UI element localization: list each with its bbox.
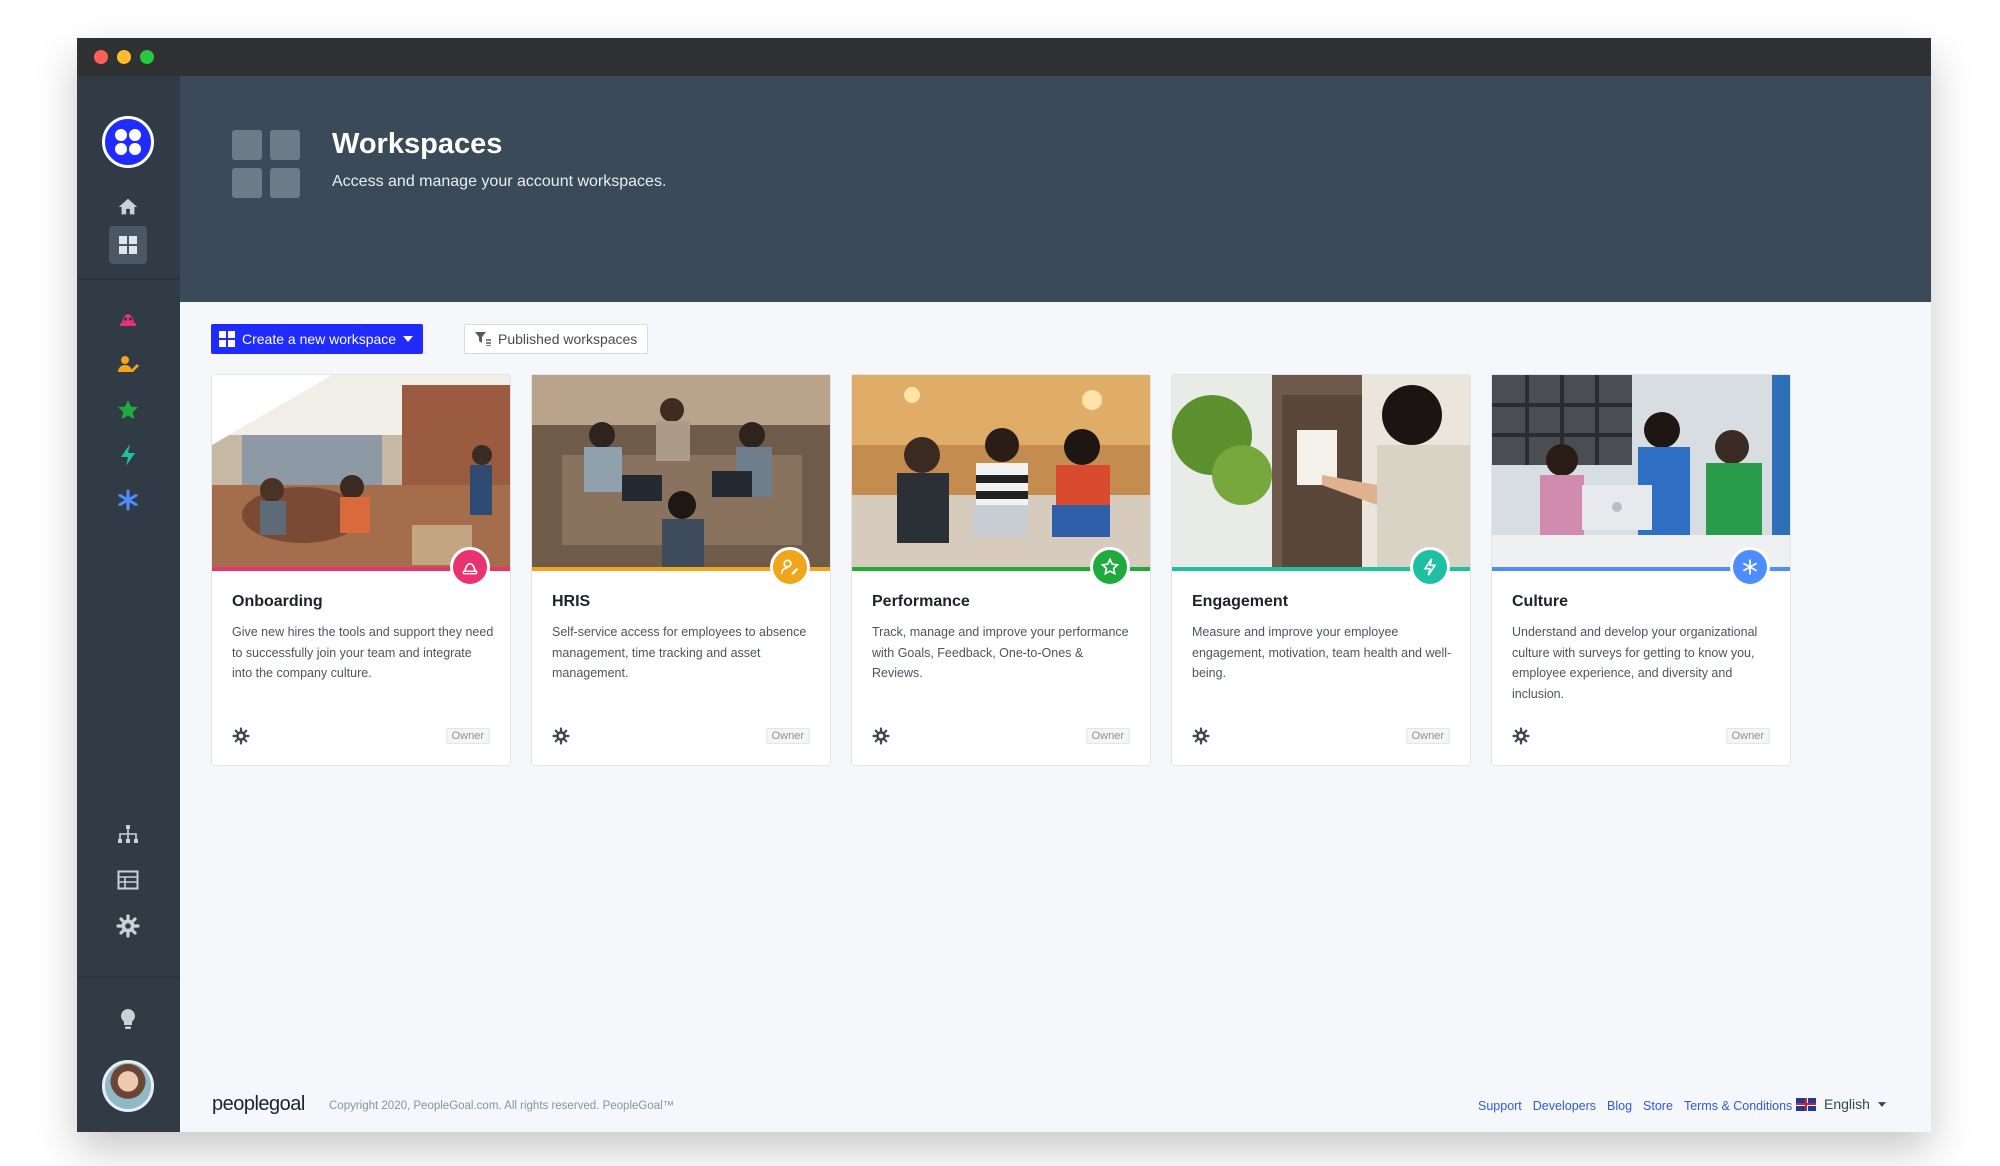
sidebar-item-onboarding[interactable] [109, 299, 147, 337]
role-badge: Owner [1085, 728, 1130, 744]
workspace-settings-icon[interactable] [1512, 727, 1530, 745]
page-header: Workspaces Access and manage your accoun… [180, 76, 1931, 302]
window-minimize-button[interactable] [117, 50, 131, 64]
caret-down-icon [403, 336, 414, 342]
sidebar-item-culture[interactable] [109, 481, 147, 519]
sidebar [77, 76, 180, 1132]
page-title: Workspaces [332, 128, 503, 160]
workspace-settings-icon[interactable] [552, 727, 570, 745]
sidebar-item-table[interactable] [109, 861, 147, 899]
language-label: English [1824, 1096, 1870, 1112]
lightbulb-icon [121, 1009, 135, 1029]
workspace-description: Track, manage and improve your performan… [872, 625, 1129, 680]
page-subtitle: Access and manage your account workspace… [332, 173, 667, 190]
onboarding-icon [120, 314, 136, 326]
sidebar-item-home[interactable] [109, 188, 147, 226]
onboarding-badge-icon [450, 547, 490, 587]
role-badge: Owner [1725, 728, 1770, 744]
engagement-badge-icon [1410, 547, 1450, 587]
footer: peoplegoal Copyright 2020, PeopleGoal.co… [180, 1080, 1931, 1132]
settings-icon [116, 914, 140, 938]
sidebar-item-performance[interactable] [109, 391, 147, 429]
role-badge: Owner [445, 728, 490, 744]
sidebar-item-workspaces[interactable] [109, 226, 147, 264]
create-workspace-button[interactable]: Create a new workspace [211, 324, 424, 354]
culture-badge-icon [1730, 547, 1770, 587]
role-badge: Owner [1405, 728, 1450, 744]
workspace-card-onboarding[interactable]: Onboarding Give new hires the tools and … [211, 374, 511, 766]
performance-icon [118, 400, 138, 420]
app-window: Workspaces Access and manage your accoun… [77, 38, 1931, 1132]
peoplegoal-logo-icon[interactable] [102, 116, 154, 168]
workspace-settings-icon[interactable] [872, 727, 890, 745]
sidebar-divider [77, 977, 180, 978]
performance-badge-icon [1090, 547, 1130, 587]
workspace-settings-icon[interactable] [1192, 727, 1210, 745]
user-avatar[interactable] [102, 1060, 154, 1112]
table-icon [117, 870, 139, 890]
sidebar-item-hris[interactable] [109, 345, 147, 383]
workspace-title: HRIS [552, 593, 591, 610]
workspace-title: Onboarding [232, 593, 323, 610]
sidebar-divider [77, 279, 180, 280]
language-selector[interactable]: English [1796, 1096, 1886, 1112]
workspace-settings-icon[interactable] [232, 727, 250, 745]
workspace-image [212, 375, 510, 567]
footer-link-developers[interactable]: Developers [1533, 1099, 1596, 1113]
workspace-image [1172, 375, 1470, 567]
sidebar-item-settings[interactable] [109, 907, 147, 945]
hris-badge-icon [770, 547, 810, 587]
create-workspace-label: Create a new workspace [242, 331, 397, 347]
workspace-card-culture[interactable]: Culture Understand and develop your orga… [1491, 374, 1791, 766]
engagement-icon [121, 444, 135, 466]
footer-link-store[interactable]: Store [1643, 1099, 1673, 1113]
footer-link-blog[interactable]: Blog [1607, 1099, 1632, 1113]
workspace-card-engagement[interactable]: Engagement Measure and improve your empl… [1171, 374, 1471, 766]
workspace-description: Give new hires the tools and support the… [232, 625, 494, 680]
workspaces-header-icon [232, 130, 300, 198]
window-close-button[interactable] [94, 50, 108, 64]
workspace-title: Performance [872, 593, 970, 610]
workspace-title: Culture [1512, 593, 1568, 610]
workspace-card-hris[interactable]: HRIS Self-service access for employees t… [531, 374, 831, 766]
workspace-description: Measure and improve your employee engage… [1192, 625, 1452, 680]
window-zoom-button[interactable] [140, 50, 154, 64]
sidebar-item-engagement[interactable] [109, 436, 147, 474]
home-icon [118, 198, 138, 215]
filter-icon [475, 332, 491, 346]
workspace-card-performance[interactable]: Performance Track, manage and improve yo… [851, 374, 1151, 766]
uk-flag-icon [1796, 1097, 1816, 1111]
workspace-title: Engagement [1192, 593, 1289, 610]
window-titlebar [77, 38, 1931, 76]
role-badge: Owner [765, 728, 810, 744]
published-workspaces-label: Published workspaces [498, 331, 638, 347]
workspace-image [1492, 375, 1790, 567]
footer-link-support[interactable]: Support [1478, 1099, 1522, 1113]
published-workspaces-button[interactable]: Published workspaces [464, 324, 649, 354]
footer-links: Support Developers Blog Store Terms & Co… [1478, 1099, 1792, 1113]
sidebar-item-org-chart[interactable] [109, 816, 147, 854]
footer-brand-logo[interactable]: peoplegoal [212, 1093, 305, 1116]
footer-link-terms[interactable]: Terms & Conditions [1684, 1099, 1792, 1113]
hris-icon [118, 356, 139, 372]
workspace-description: Self-service access for employees to abs… [552, 625, 807, 680]
workspace-image [852, 375, 1150, 567]
workspaces-icon [119, 236, 137, 254]
culture-icon [118, 489, 138, 511]
workspaces-icon [219, 331, 235, 347]
footer-copyright: Copyright 2020, PeopleGoal.com. All righ… [329, 1100, 675, 1112]
workspace-image [532, 375, 830, 567]
org-chart-icon [118, 825, 138, 843]
caret-down-icon [1877, 1101, 1886, 1107]
sidebar-item-tips[interactable] [109, 1000, 147, 1038]
workspace-description: Understand and develop your organization… [1512, 625, 1758, 701]
